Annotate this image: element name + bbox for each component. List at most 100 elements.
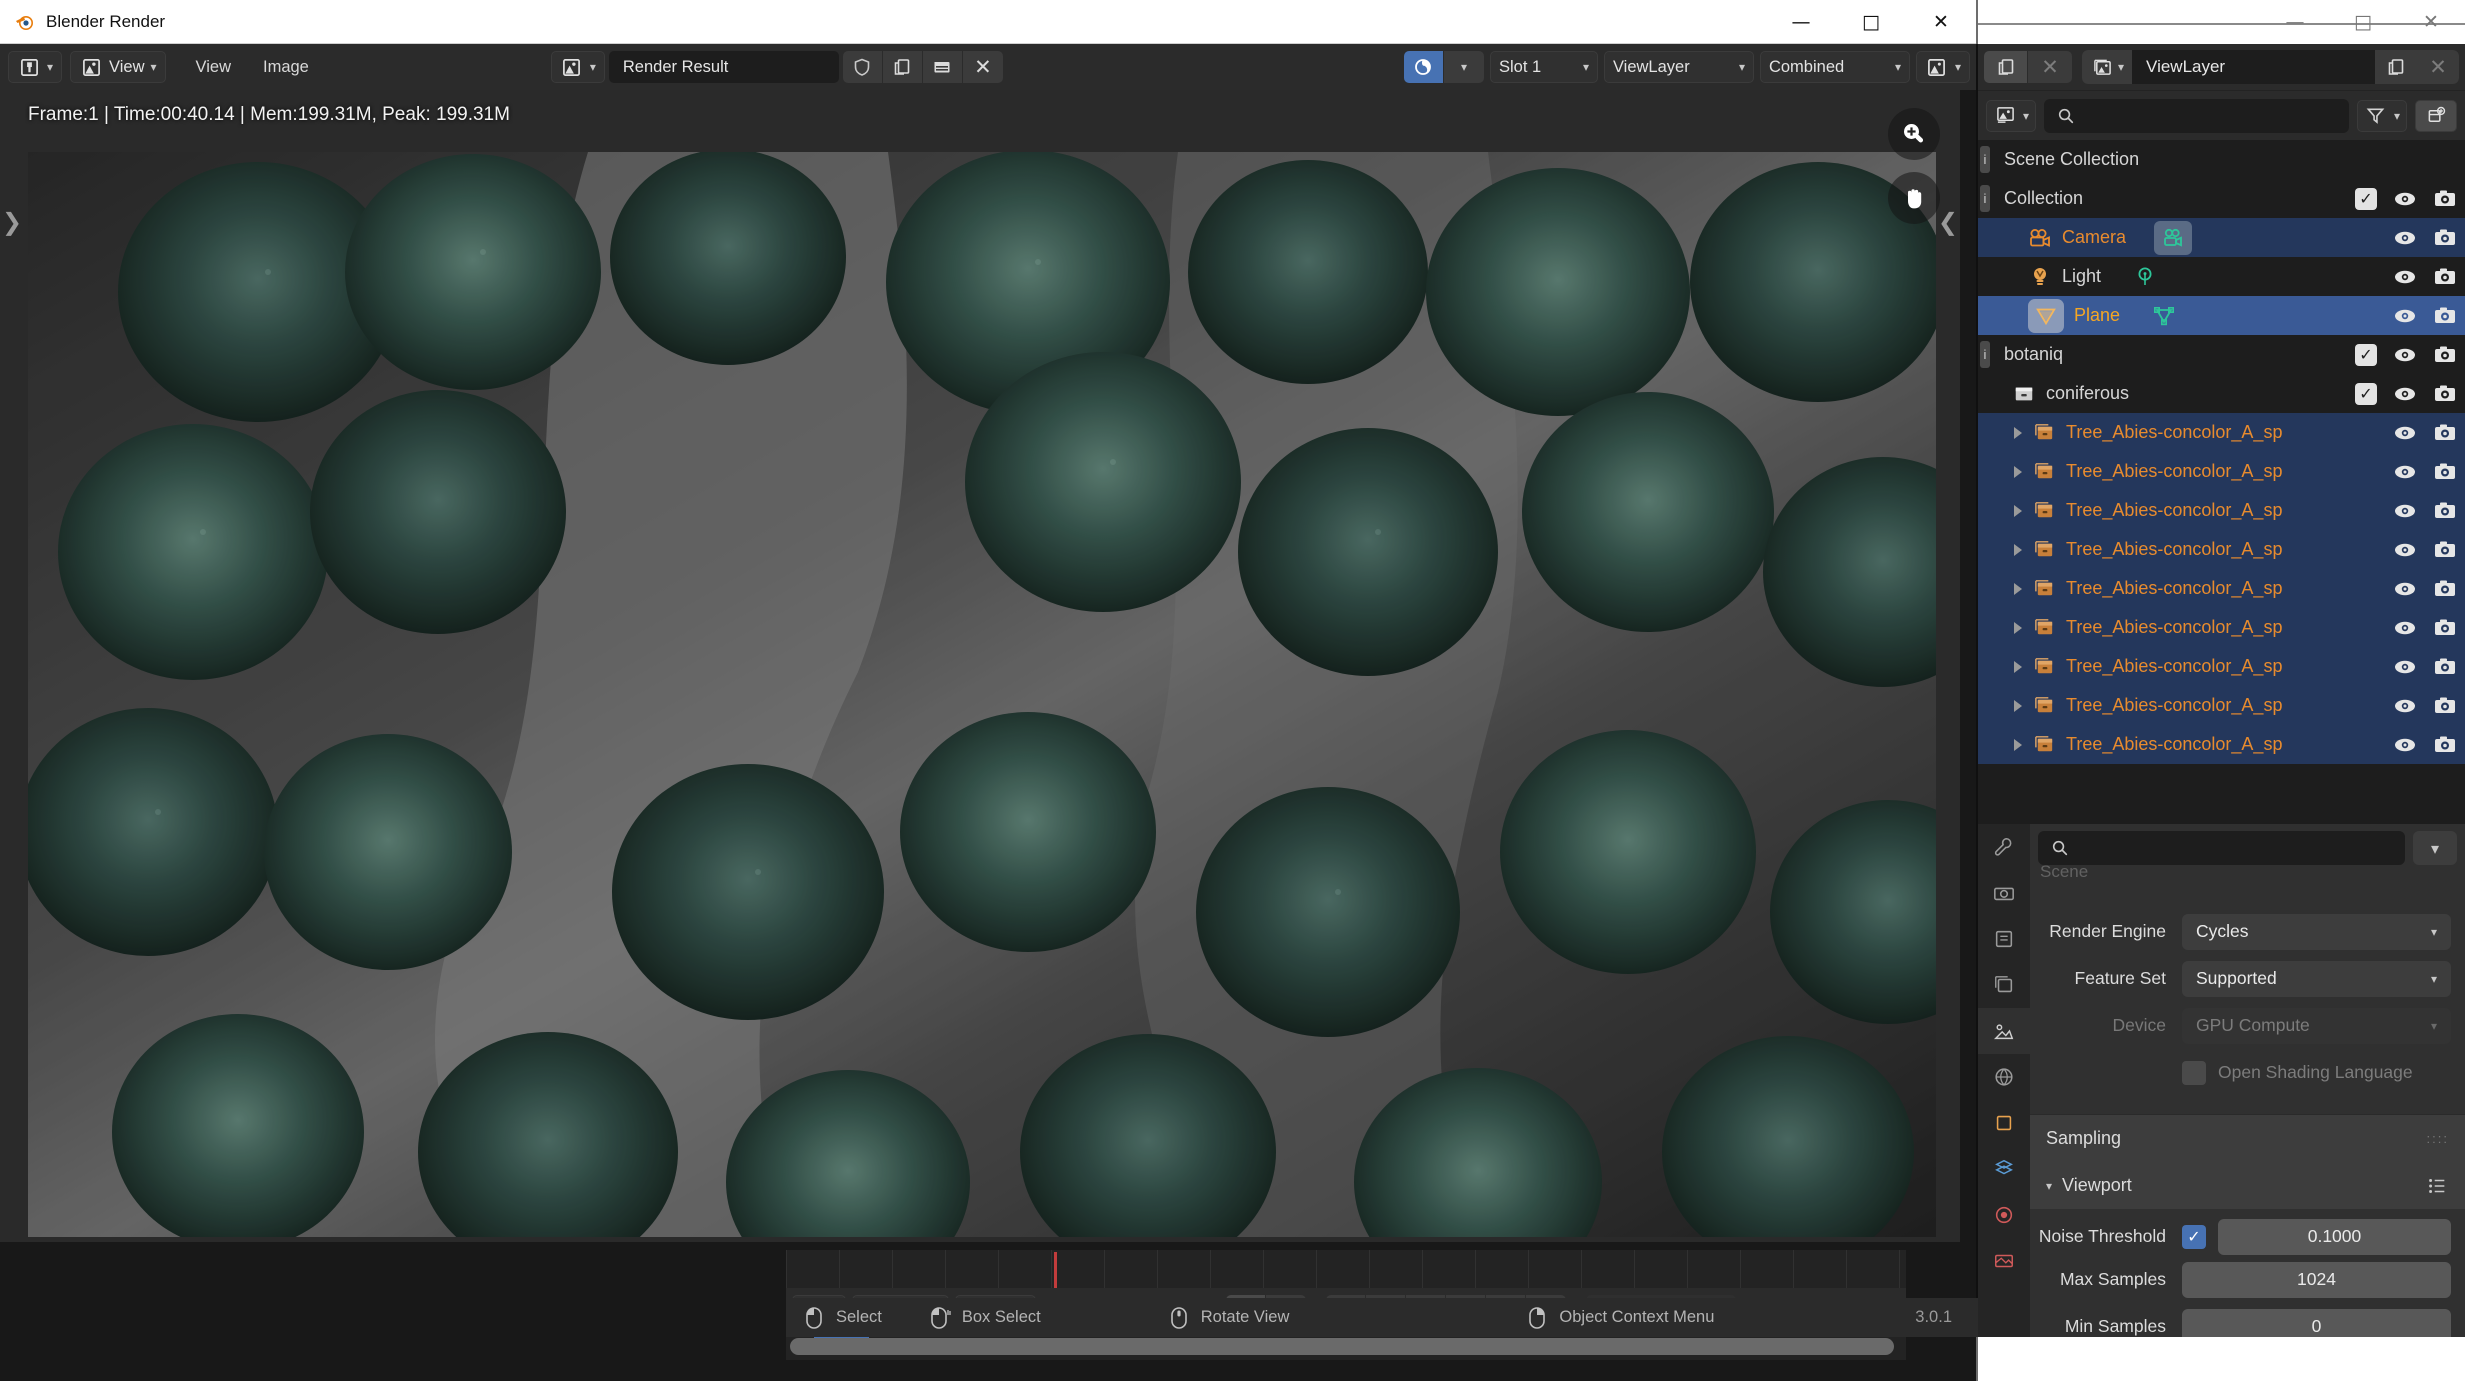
properties-options-button[interactable]: ▾: [2413, 831, 2457, 865]
timeline-playhead[interactable]: [1054, 1252, 1057, 1288]
collection-exclude-checkbox[interactable]: ✓: [2355, 344, 2377, 366]
expand-triangle-icon[interactable]: [2004, 544, 2032, 556]
camera-render-visibility-icon[interactable]: [2433, 382, 2457, 406]
right-panel-toggle-icon[interactable]: ❮: [1938, 208, 1958, 236]
open-shading-language-checkbox[interactable]: [2182, 1061, 2206, 1085]
tab-render[interactable]: [1978, 870, 2030, 916]
outliner-row-light[interactable]: Light: [1978, 257, 2465, 296]
outliner-row-tree-object[interactable]: Tree_Abies-concolor_A_sp: [1978, 608, 2465, 647]
outliner-row-camera[interactable]: Camera: [1978, 218, 2465, 257]
camera-render-visibility-icon[interactable]: [2433, 577, 2457, 601]
outliner-row-coniferous[interactable]: coniferous ✓: [1978, 374, 2465, 413]
copy-view-layer-icon[interactable]: [2375, 50, 2417, 84]
eye-icon[interactable]: [2393, 499, 2417, 523]
viewport-panel-header[interactable]: ▾ Viewport: [2030, 1162, 2465, 1209]
timeline-scroll-row[interactable]: [786, 1334, 1906, 1360]
render-slot-toggle-group[interactable]: ▾: [1404, 51, 1484, 83]
eye-icon[interactable]: [2393, 460, 2417, 484]
noise-threshold-checkbox[interactable]: ✓: [2182, 1225, 2206, 1249]
camera-render-visibility-icon[interactable]: [2433, 655, 2457, 679]
outliner-row-scene-collection[interactable]: i Scene Collection: [1978, 140, 2465, 179]
min-samples-value-field[interactable]: 0: [2182, 1309, 2451, 1338]
editor-type-selector[interactable]: ▾: [8, 51, 62, 83]
outliner-row-tree-object[interactable]: Tree_Abies-concolor_A_sp: [1978, 647, 2465, 686]
display-channels-selector[interactable]: ▾: [1916, 51, 1970, 83]
bg-maximize-button[interactable]: □: [2329, 2, 2397, 42]
mesh-data-icon[interactable]: [2152, 304, 2176, 328]
expand-triangle-icon[interactable]: [2004, 583, 2032, 595]
outliner-display-mode-selector[interactable]: ▾: [1986, 100, 2036, 132]
blender-window-controls[interactable]: — □ ✕: [1766, 0, 1976, 44]
image-name-field[interactable]: Render Result: [609, 51, 839, 83]
eye-icon[interactable]: [2393, 694, 2417, 718]
fake-user-shield-icon[interactable]: [843, 51, 883, 83]
sampling-panel-header[interactable]: Sampling ::::: [2030, 1114, 2465, 1162]
image-datablock-type-button[interactable]: ▾: [551, 51, 605, 83]
render-pass-icon[interactable]: [1404, 51, 1444, 83]
blender-maximize-button[interactable]: □: [1836, 0, 1906, 44]
left-panel-toggle-icon[interactable]: ❯: [2, 208, 22, 236]
feature-set-dropdown[interactable]: Supported ▾: [2182, 961, 2451, 997]
outliner-tree-object-rows[interactable]: Tree_Abies-concolor_A_spTree_Abies-conco…: [1978, 413, 2465, 764]
outliner-search-input[interactable]: [2044, 99, 2349, 133]
device-dropdown[interactable]: GPU Compute ▾: [2182, 1008, 2451, 1044]
unlink-image-icon[interactable]: ✕: [963, 51, 1003, 83]
eye-icon[interactable]: [2393, 577, 2417, 601]
properties-search-input[interactable]: [2038, 831, 2405, 865]
blender-close-button[interactable]: ✕: [1906, 0, 1976, 44]
close-view-layer-icon[interactable]: ✕: [2417, 50, 2459, 84]
noise-threshold-value-field[interactable]: 0.1000: [2218, 1219, 2451, 1255]
outliner-row-tree-object[interactable]: Tree_Abies-concolor_A_sp: [1978, 686, 2465, 725]
add-collection-button[interactable]: [2415, 100, 2457, 132]
eye-icon[interactable]: [2393, 265, 2417, 289]
expand-triangle-icon[interactable]: [2004, 739, 2032, 751]
view-layer-datablock-group[interactable]: ✕: [1984, 51, 2072, 83]
outliner-filter-button[interactable]: ▾: [2357, 100, 2407, 132]
background-window-controls[interactable]: — □ ✕: [2261, 2, 2465, 42]
properties-tab-column[interactable]: [1978, 824, 2030, 1337]
expand-triangle-icon[interactable]: [2004, 505, 2032, 517]
tab-modifiers[interactable]: [1978, 1146, 2030, 1192]
render-engine-dropdown[interactable]: Cycles ▾: [2182, 914, 2451, 950]
light-data-icon[interactable]: [2133, 265, 2157, 289]
tab-material[interactable]: [1978, 1192, 2030, 1238]
menu-image[interactable]: Image: [247, 51, 325, 83]
camera-render-visibility-icon[interactable]: [2433, 460, 2457, 484]
camera-render-visibility-icon[interactable]: [2433, 187, 2457, 211]
render-pass-selector[interactable]: Combined ▾: [1760, 51, 1910, 83]
zoom-in-icon[interactable]: [1888, 108, 1940, 160]
bg-minimize-button[interactable]: —: [2261, 2, 2329, 42]
tab-object[interactable]: [1978, 1100, 2030, 1146]
expand-triangle-icon[interactable]: [2004, 700, 2032, 712]
collection-exclude-checkbox[interactable]: ✓: [2355, 188, 2377, 210]
outliner-row-tree-object[interactable]: Tree_Abies-concolor_A_sp: [1978, 452, 2465, 491]
expand-triangle-icon[interactable]: [2004, 622, 2032, 634]
expand-triangle-icon[interactable]: [2004, 466, 2032, 478]
timeline-horizontal-scrollbar[interactable]: [790, 1338, 1894, 1355]
camera-render-visibility-icon[interactable]: [2433, 694, 2457, 718]
view-layer-name-field[interactable]: ViewLayer: [2132, 57, 2375, 77]
sampling-presets-icon[interactable]: [2425, 1174, 2449, 1198]
bg-close-button[interactable]: ✕: [2397, 2, 2465, 42]
new-collection-icon[interactable]: [1984, 51, 2028, 83]
menu-view[interactable]: View: [180, 51, 247, 83]
expand-triangle-icon[interactable]: [2004, 661, 2032, 673]
outliner-row-plane[interactable]: Plane: [1978, 296, 2465, 335]
tab-view-layer[interactable]: [1978, 962, 2030, 1008]
remove-view-layer-icon[interactable]: ✕: [2028, 51, 2072, 83]
eye-icon[interactable]: [2393, 538, 2417, 562]
outliner-row-tree-object[interactable]: Tree_Abies-concolor_A_sp: [1978, 725, 2465, 764]
tab-scene[interactable]: [1978, 1008, 2030, 1054]
view-layer-type-icon[interactable]: ▾: [2082, 50, 2132, 84]
camera-render-visibility-icon[interactable]: [2433, 421, 2457, 445]
tab-tool[interactable]: [1978, 824, 2030, 870]
camera-render-visibility-icon[interactable]: [2433, 538, 2457, 562]
outliner-row-collection[interactable]: i Collection ✓: [1978, 179, 2465, 218]
outliner-row-tree-object[interactable]: Tree_Abies-concolor_A_sp: [1978, 530, 2465, 569]
open-image-icon[interactable]: [923, 51, 963, 83]
camera-render-visibility-icon[interactable]: [2433, 499, 2457, 523]
outliner-row-tree-object[interactable]: Tree_Abies-concolor_A_sp: [1978, 413, 2465, 452]
camera-render-visibility-icon[interactable]: [2433, 616, 2457, 640]
eye-icon[interactable]: [2393, 187, 2417, 211]
eye-icon[interactable]: [2393, 616, 2417, 640]
